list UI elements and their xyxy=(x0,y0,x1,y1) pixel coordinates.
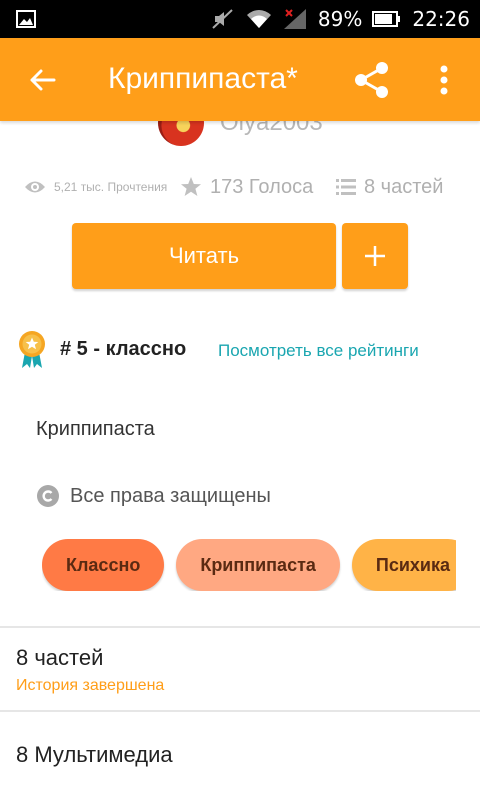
clock: 22:26 xyxy=(412,7,470,31)
reads-stat: 5,21 тыс. Прочтения xyxy=(24,179,180,195)
status-bar: 89% 22:26 xyxy=(0,0,480,38)
back-button[interactable] xyxy=(22,62,62,98)
arrow-left-icon xyxy=(30,69,56,91)
tag-chip[interactable]: Криппипаста xyxy=(176,539,340,591)
story-description: Криппипаста xyxy=(36,418,155,440)
gallery-icon xyxy=(16,10,36,28)
parts-count: 8 частей xyxy=(364,175,444,198)
story-status: История завершена xyxy=(16,677,165,694)
copyright-row: Все права защищены xyxy=(36,482,271,510)
award-badge-icon xyxy=(19,331,45,368)
wifi-icon xyxy=(246,10,271,28)
add-to-library-button[interactable] xyxy=(342,223,408,289)
more-button[interactable] xyxy=(426,58,462,102)
mute-icon xyxy=(212,9,233,29)
share-icon xyxy=(355,62,388,98)
more-vert-icon xyxy=(440,65,448,95)
share-button[interactable] xyxy=(350,58,394,102)
copyright-icon xyxy=(37,485,59,507)
copyright-text: Все права защищены xyxy=(70,484,271,507)
parts-section[interactable]: 8 частей История завершена xyxy=(16,645,164,695)
divider xyxy=(0,626,480,628)
view-all-rankings-link[interactable]: Посмотреть все рейтинги xyxy=(218,341,419,361)
votes-count: 173 Голоса xyxy=(210,175,314,198)
tag-chip[interactable]: Психика xyxy=(351,539,456,591)
app-bar: Криппипаста* xyxy=(0,38,480,121)
eye-icon xyxy=(25,181,45,193)
battery-percent: 89% xyxy=(317,7,363,31)
page-title: Криппипаста* xyxy=(108,62,298,95)
divider xyxy=(0,710,480,712)
signal-icon xyxy=(283,9,306,29)
read-button[interactable]: Читать xyxy=(72,223,336,289)
plus-icon xyxy=(365,246,385,266)
star-icon xyxy=(181,177,201,196)
list-icon xyxy=(336,179,356,195)
battery-icon xyxy=(372,11,401,27)
story-stats: 5,21 тыс. Прочтения 173 Голоса 8 частей xyxy=(24,170,464,204)
media-section[interactable]: 8 Мультимедиа xyxy=(16,742,173,768)
tags-track: Классно Криппипаста Психика xyxy=(42,539,456,591)
rank-text: # 5 - классно xyxy=(60,338,187,360)
ranking-row: # 5 - классно Посмотреть все рейтинги xyxy=(16,330,456,370)
votes-stat: 173 Голоса xyxy=(180,176,336,199)
parts-title: 8 частей xyxy=(16,645,104,670)
parts-stat: 8 частей xyxy=(336,176,443,199)
tag-chip[interactable]: Классно xyxy=(42,539,165,591)
tags-carousel[interactable]: Классно Криппипаста Психика xyxy=(42,539,456,591)
reads-count: 5,21 тыс. Прочтения xyxy=(54,180,168,194)
